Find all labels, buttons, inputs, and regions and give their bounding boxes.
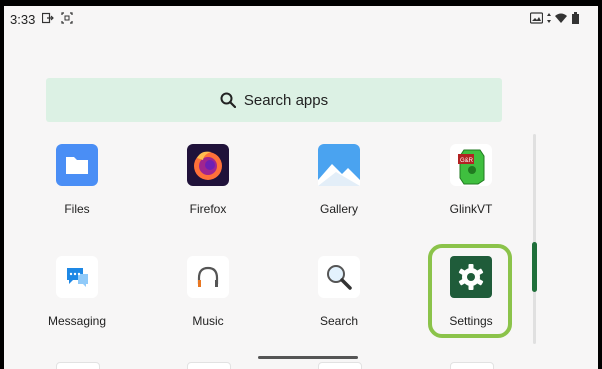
- app-messaging[interactable]: Messaging: [22, 256, 132, 346]
- scrollbar-thumb[interactable]: [532, 242, 537, 292]
- scrollbar-track[interactable]: [533, 134, 536, 344]
- search-apps-bar[interactable]: Search apps: [46, 78, 502, 122]
- svg-text:G&R: G&R: [460, 158, 474, 164]
- status-bar: 3:33: [4, 6, 598, 32]
- gesture-navigation-bar[interactable]: [258, 356, 358, 359]
- gallery-icon: [318, 144, 360, 186]
- app-music[interactable]: Music: [153, 256, 263, 346]
- app-gallery[interactable]: Gallery: [284, 144, 394, 234]
- partial-app-icon: [56, 362, 100, 369]
- app-glinkvt[interactable]: G&R GlinkVT: [416, 144, 526, 234]
- wifi-icon: [555, 13, 567, 23]
- partial-app-icon: [450, 362, 494, 369]
- app-label-files: Files: [64, 202, 90, 216]
- app-search[interactable]: Search: [284, 256, 394, 346]
- launcher-screen: 3:33 Search apps Files Firefox Gallery G…: [4, 6, 598, 369]
- screenshot-icon: [61, 12, 73, 24]
- cast-icon: [530, 12, 543, 24]
- app-label-glinkvt: GlinkVT: [449, 202, 493, 216]
- app-label-firefox: Firefox: [189, 202, 227, 216]
- data-arrows-icon: [547, 13, 551, 23]
- search-app-icon: [318, 256, 360, 298]
- files-icon: [56, 144, 98, 186]
- settings-highlight: [428, 244, 512, 338]
- app-files[interactable]: Files: [22, 144, 132, 234]
- partial-app-icon: [318, 362, 362, 369]
- app-label-messaging: Messaging: [47, 314, 107, 328]
- battery-icon: [572, 12, 579, 24]
- exit-icon: [42, 12, 54, 24]
- search-apps-label: Search apps: [243, 91, 329, 109]
- music-icon: [187, 256, 229, 298]
- status-time: 3:33: [10, 12, 36, 27]
- app-label-gallery: Gallery: [319, 202, 358, 216]
- search-icon: [220, 92, 236, 108]
- firefox-icon: [187, 144, 229, 186]
- app-firefox[interactable]: Firefox: [153, 144, 263, 234]
- glinkvt-icon: G&R: [450, 144, 492, 186]
- app-label-music: Music: [192, 314, 224, 328]
- partial-app-icon: [187, 362, 231, 369]
- messaging-icon: [56, 256, 98, 298]
- app-label-search: Search: [319, 314, 359, 328]
